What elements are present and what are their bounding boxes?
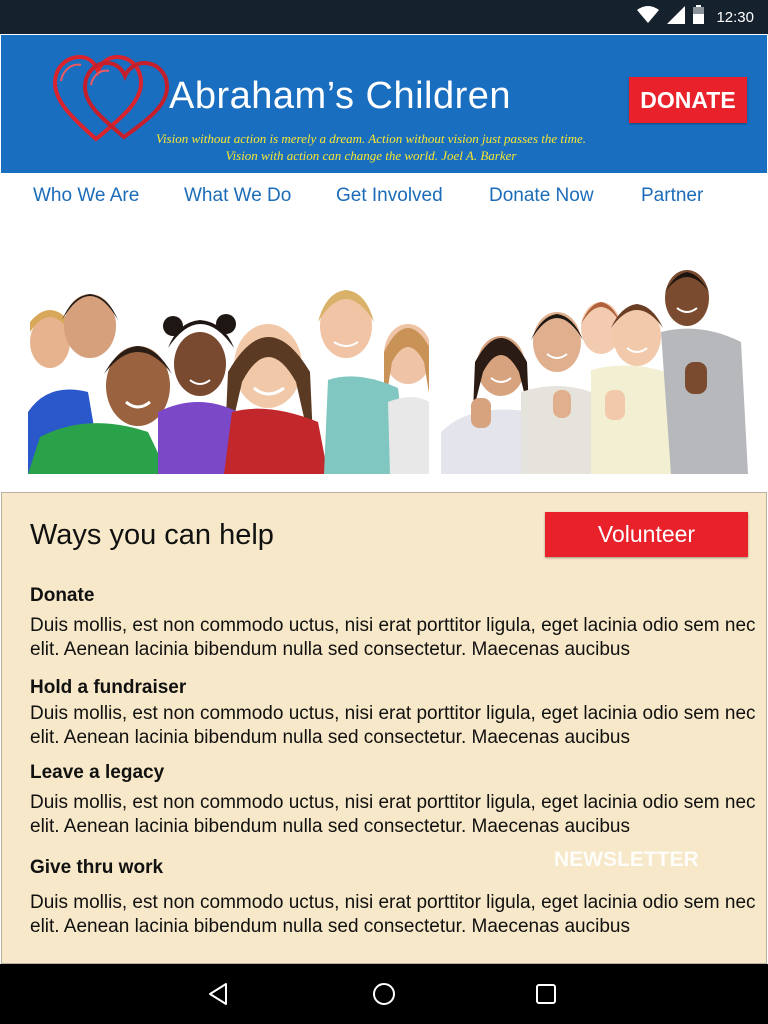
help-item-body-work: Duis mollis, est non commodo uctus, nisi… xyxy=(30,892,756,937)
nav-item-what-we-do[interactable]: What We Do xyxy=(184,185,291,207)
children-thumbs-up-photo xyxy=(441,262,748,474)
section-title: Ways you can help xyxy=(30,519,274,551)
help-item-title-work[interactable]: Give thru work xyxy=(30,857,163,879)
nav-item-who-we-are[interactable]: Who We Are xyxy=(33,185,139,207)
tagline-line-1: Vision without action is merely a dream.… xyxy=(155,131,587,146)
system-nav-bar xyxy=(0,964,768,1024)
help-item-title-donate[interactable]: Donate xyxy=(30,585,94,607)
help-item-body-donate: Duis mollis, est non commodo uctus, nisi… xyxy=(30,615,756,660)
status-icons: 12:30 xyxy=(637,5,754,29)
donate-button[interactable]: DONATE xyxy=(629,77,747,123)
cellular-signal-icon xyxy=(667,5,686,29)
help-item-body-legacy: Duis mollis, est non commodo uctus, nisi… xyxy=(30,792,756,837)
brand-title[interactable]: Abraham’s Children xyxy=(169,75,511,118)
main-nav: Who We Are What We Do Get Involved Donat… xyxy=(0,174,768,218)
nav-item-donate-now[interactable]: Donate Now xyxy=(489,185,594,207)
children-group-photo xyxy=(28,262,429,474)
recents-icon[interactable] xyxy=(530,978,562,1010)
help-item-title-legacy[interactable]: Leave a legacy xyxy=(30,762,164,784)
nav-item-get-involved[interactable]: Get Involved xyxy=(336,185,443,207)
help-item-title-fundraiser[interactable]: Hold a fundraiser xyxy=(30,677,186,699)
site-header: Abraham’s Children Vision without action… xyxy=(1,35,767,173)
tagline-line-2: Vision with action can change the world.… xyxy=(225,148,517,163)
status-bar: 12:30 xyxy=(0,0,768,34)
back-icon[interactable] xyxy=(202,978,234,1010)
newsletter-link[interactable]: NEWSLETTER xyxy=(554,848,699,872)
home-icon[interactable] xyxy=(368,978,400,1010)
ways-to-help-panel: Ways you can help Volunteer Donate Duis … xyxy=(1,492,767,964)
hero-banner xyxy=(28,262,748,474)
battery-icon xyxy=(693,5,705,29)
wifi-icon xyxy=(637,5,660,29)
help-item-body-fundraiser: Duis mollis, est non commodo uctus, nisi… xyxy=(30,703,756,748)
volunteer-button[interactable]: Volunteer xyxy=(545,512,748,557)
nav-item-partner[interactable]: Partner xyxy=(641,185,703,207)
status-time: 12:30 xyxy=(716,8,754,26)
